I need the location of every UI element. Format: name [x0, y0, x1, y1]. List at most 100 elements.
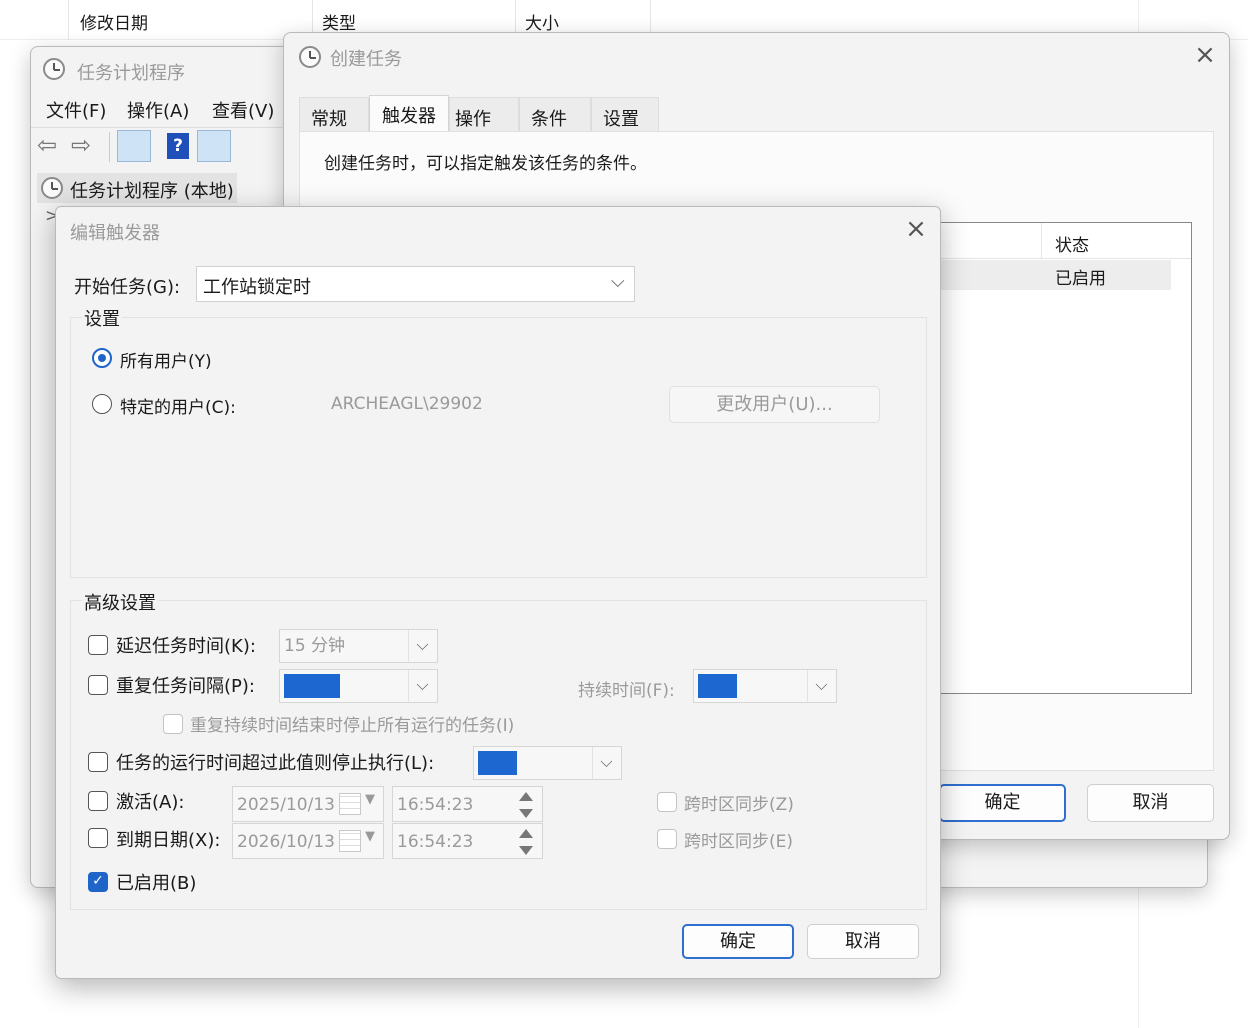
settings-legend: 设置: [82, 305, 122, 331]
tab-actions[interactable]: 操作: [449, 97, 519, 131]
edit-trigger-cancel-button[interactable]: 取消: [807, 924, 919, 959]
duration-label: 持续时间(F):: [578, 681, 675, 701]
button-label: 确定: [984, 792, 1021, 813]
time-spinner[interactable]: [515, 824, 537, 860]
column-header-size[interactable]: 大小: [525, 9, 559, 34]
spin-up-icon[interactable]: [519, 829, 533, 838]
chevron-down-icon: ⌵: [611, 271, 625, 292]
edit-trigger-ok-button[interactable]: 确定: [682, 924, 794, 959]
repeat-checkbox[interactable]: [88, 675, 108, 695]
menu-view[interactable]: 查看(V): [212, 97, 274, 123]
enabled-checkbox[interactable]: ✓: [88, 872, 108, 892]
toolbar: ⇦ ⇨ ?: [31, 127, 291, 167]
stop-all-checkbox[interactable]: [163, 714, 183, 734]
menu-action[interactable]: 操作(A): [127, 97, 189, 123]
activate-date-value: 2025/10/13: [237, 795, 335, 815]
button-label: 确定: [720, 931, 756, 952]
begin-task-select[interactable]: 工作站锁定时 ⌵: [196, 266, 635, 302]
change-user-button[interactable]: 更改用户(U)...: [669, 386, 880, 423]
close-icon[interactable]: ×: [901, 214, 931, 244]
specific-user-label: 特定的用户(C):: [120, 398, 236, 418]
delay-label: 延迟任务时间(K):: [116, 636, 256, 657]
chevron-down-icon: ⌵: [408, 670, 436, 702]
stop-if-longer-checkbox[interactable]: [88, 752, 108, 772]
dialog-title: 编辑触发器: [70, 223, 160, 244]
advanced-legend: 高级设置: [82, 589, 158, 615]
all-users-radio[interactable]: [92, 348, 112, 368]
time-spinner[interactable]: [515, 787, 537, 823]
duration-select[interactable]: 1 天 ⌵: [693, 669, 837, 703]
activate-label: 激活(A):: [116, 792, 185, 813]
expire-checkbox[interactable]: [88, 828, 108, 848]
tab-triggers[interactable]: 触发器: [369, 95, 449, 132]
tab-label: 设置: [603, 109, 639, 130]
expire-date-picker[interactable]: 2026/10/13 ▼: [232, 823, 384, 859]
stop-if-longer-value: 3 天: [478, 751, 518, 775]
tab-label: 操作: [455, 109, 491, 130]
stop-all-label: 重复持续时间结束时停止所有运行的任务(I): [190, 716, 515, 736]
calendar-icon[interactable]: [339, 830, 361, 852]
chevron-down-icon[interactable]: ▼: [365, 829, 375, 844]
expire-time-field[interactable]: 16:54:23: [392, 823, 543, 859]
action-pane-icon[interactable]: [197, 130, 231, 162]
stop-if-longer-label: 任务的运行时间超过此值则停止执行(L):: [116, 753, 435, 774]
tab-general[interactable]: 常规: [299, 97, 369, 131]
activate-date-picker[interactable]: 2025/10/13 ▼: [232, 786, 384, 822]
dialog-title: 创建任务: [330, 49, 402, 70]
close-icon[interactable]: ×: [1190, 40, 1220, 70]
menu-bar: 文件(F) 操作(A) 查看(V): [31, 89, 291, 123]
expire-date-value: 2026/10/13: [237, 832, 335, 852]
tab-label: 常规: [311, 109, 347, 130]
delay-checkbox[interactable]: [88, 635, 108, 655]
chevron-down-icon[interactable]: ▼: [365, 792, 375, 807]
console-tree-icon[interactable]: [117, 130, 151, 162]
clock-icon: [41, 177, 63, 199]
begin-task-label: 开始任务(G):: [74, 277, 181, 298]
user-name: ARCHEAGL\29902: [331, 394, 483, 414]
column-header-modified[interactable]: 修改日期: [80, 9, 148, 34]
sync-tz-e-checkbox[interactable]: [657, 829, 677, 849]
tree-root-item[interactable]: 任务计划程序 (本地): [37, 173, 237, 203]
tab-strip: 常规 触发器 操作 条件 设置: [299, 95, 659, 132]
repeat-select[interactable]: 1 小时 ⌵: [279, 669, 438, 703]
checkmark-icon: ✓: [92, 873, 104, 889]
begin-task-value: 工作站锁定时: [203, 277, 311, 298]
button-label: 更改用户(U)...: [716, 394, 833, 415]
calendar-icon[interactable]: [339, 793, 361, 815]
tab-conditions[interactable]: 条件: [519, 97, 591, 131]
all-users-label: 所有用户(Y): [120, 352, 212, 372]
delay-value: 15 分钟: [284, 636, 346, 656]
window-title: 任务计划程序: [77, 63, 185, 84]
expire-label: 到期日期(X):: [116, 830, 221, 851]
duration-value: 1 天: [698, 674, 738, 698]
tab-label: 条件: [531, 109, 567, 130]
toolbar-separator: [109, 132, 110, 162]
help-icon[interactable]: ?: [167, 133, 189, 159]
tab-settings[interactable]: 设置: [591, 97, 659, 131]
enabled-label: 已启用(B): [116, 873, 197, 894]
menu-file[interactable]: 文件(F): [46, 97, 106, 123]
chevron-down-icon: ⌵: [408, 630, 436, 662]
create-task-ok-button[interactable]: 确定: [939, 784, 1066, 822]
column-divider: [1041, 223, 1042, 259]
stop-if-longer-select[interactable]: 3 天 ⌵: [473, 746, 622, 780]
sync-tz-z-checkbox[interactable]: [657, 792, 677, 812]
sync-tz-e-label: 跨时区同步(E): [684, 832, 794, 852]
clock-icon: [299, 46, 321, 68]
spin-down-icon[interactable]: [519, 809, 533, 818]
tree-root-label: 任务计划程序 (本地): [70, 181, 234, 202]
back-arrow-icon[interactable]: ⇦: [37, 131, 57, 159]
forward-arrow-icon[interactable]: ⇨: [71, 131, 91, 159]
activate-checkbox[interactable]: [88, 791, 108, 811]
create-task-cancel-button[interactable]: 取消: [1087, 784, 1214, 822]
delay-select[interactable]: 15 分钟 ⌵: [279, 629, 438, 663]
activate-time-field[interactable]: 16:54:23: [392, 786, 543, 822]
spin-down-icon[interactable]: [519, 846, 533, 855]
column-header-type[interactable]: 类型: [322, 9, 356, 34]
chevron-down-icon: ⌵: [592, 747, 620, 779]
status-column-header[interactable]: 状态: [1055, 231, 1089, 256]
spin-up-icon[interactable]: [519, 792, 533, 801]
button-label: 取消: [845, 931, 881, 952]
repeat-value: 1 小时: [284, 674, 341, 698]
specific-user-radio[interactable]: [92, 394, 112, 414]
